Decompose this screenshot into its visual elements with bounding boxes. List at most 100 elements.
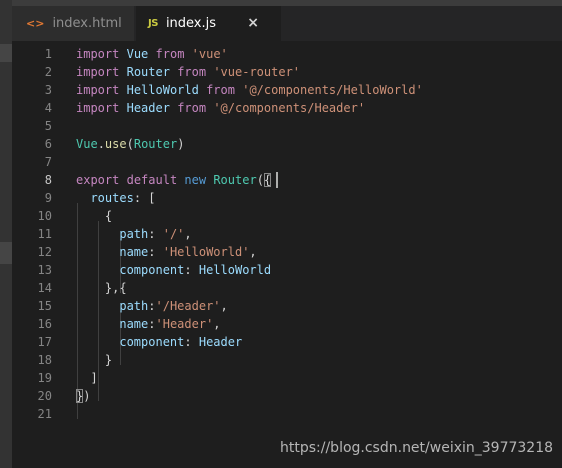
code-line[interactable]: 12 name: 'HelloWorld', (12, 243, 562, 261)
code-line[interactable]: 2 import Router from 'vue-router' (12, 63, 562, 81)
code-line[interactable]: 10 { (12, 207, 562, 225)
code-token: 'vue-router' (213, 65, 301, 79)
code-token: '/Header' (155, 299, 221, 313)
line-number: 14 (37, 281, 52, 295)
watermark: https://blog.csdn.net/weixin_39773218 (280, 440, 554, 456)
code-token: : (184, 263, 199, 277)
code-token: Vue (126, 47, 149, 61)
code-token: export (76, 173, 120, 187)
code-line[interactable]: 1 import Vue from 'vue' (12, 45, 562, 63)
code-line[interactable]: 16 name:'Header', (12, 315, 562, 333)
code-text: import Router from 'vue-router' (76, 63, 300, 81)
code-token: from (177, 101, 207, 115)
code-text: ] (76, 369, 97, 387)
code-token: : (184, 335, 199, 349)
code-line[interactable]: 21 (12, 405, 562, 423)
code-line[interactable]: 14 },{ (12, 279, 562, 297)
code-token: 'HelloWorld' (162, 245, 250, 259)
code-token: from (177, 65, 207, 79)
code-line[interactable]: 15 path:'/Header', (12, 297, 562, 315)
tab-index-js[interactable]: JS index.js × (136, 6, 281, 41)
code-token: 'vue' (191, 47, 228, 61)
code-token: HelloWorld (198, 263, 272, 277)
code-line[interactable]: 13 component: HelloWorld (12, 261, 562, 279)
code-token: from (155, 47, 185, 61)
code-token: } (76, 353, 113, 367)
code-token: component (119, 263, 185, 277)
code-token: import (76, 65, 120, 79)
code-line[interactable]: 6 Vue.use(Router) (12, 135, 562, 153)
code-token: , (184, 227, 192, 241)
activity-indicator (0, 242, 12, 264)
code-text: path: '/', (76, 225, 192, 243)
code-token: , (249, 245, 257, 259)
code-token: '/' (162, 227, 185, 241)
tab-label: index.html (52, 16, 122, 31)
code-token: name (119, 245, 149, 259)
code-line[interactable]: 11 path: '/', (12, 225, 562, 243)
code-token: , (220, 299, 228, 313)
code-token: Header (198, 335, 243, 349)
code-token: Router (126, 65, 170, 79)
code-token: component (119, 335, 185, 349)
tab-bar: <> index.html JS index.js × (12, 6, 562, 41)
line-number: 6 (44, 137, 52, 151)
line-number: 19 (37, 371, 52, 385)
code-line[interactable]: 19 ] (12, 369, 562, 387)
line-number: 17 (37, 335, 52, 349)
tab-label: index.js (165, 16, 217, 31)
code-token: : [ (133, 191, 156, 205)
code-token: path (119, 299, 149, 313)
code-token: Router (213, 173, 257, 187)
code-line[interactable]: 20}) (12, 387, 562, 405)
code-line[interactable]: 17 component: Header (12, 333, 562, 351)
code-token: , (213, 317, 221, 331)
line-number: 7 (44, 155, 52, 169)
line-number: 4 (44, 101, 52, 115)
line-number: 11 (37, 227, 52, 241)
code-line[interactable]: 8 export default new Router({ (12, 171, 562, 189)
code-token: use (104, 137, 127, 151)
code-token: { (263, 173, 272, 187)
code-editor[interactable]: 1 import Vue from 'vue' 2 import Router fro… (12, 41, 562, 468)
code-line[interactable]: 9 routes: [ (12, 189, 562, 207)
close-icon[interactable]: × (247, 15, 259, 31)
code-line[interactable]: 7 (12, 153, 562, 171)
code-text: import Header from '@/components/Header' (76, 99, 365, 117)
code-text: export default new Router({ (76, 171, 272, 189)
line-number: 20 (37, 389, 52, 403)
line-number: 13 (37, 263, 52, 277)
code-token: import (76, 47, 120, 61)
code-token: { (76, 209, 113, 223)
line-number: 15 (37, 299, 52, 313)
code-token: },{ (76, 281, 127, 295)
code-line[interactable]: 5 (12, 117, 562, 135)
code-token: '@/components/Header' (213, 101, 366, 115)
code-token: new (184, 173, 207, 187)
code-token: Router (133, 137, 178, 151)
code-token: . (97, 137, 105, 151)
code-text: Vue.use(Router) (76, 135, 184, 153)
tab-index-html[interactable]: <> index.html (12, 6, 135, 41)
code-token: : (148, 245, 163, 259)
line-number: 9 (44, 191, 52, 205)
code-line[interactable]: 4 import Header from '@/components/Header… (12, 99, 562, 117)
js-file-icon: JS (148, 18, 158, 29)
code-text: { (76, 207, 112, 225)
code-text: import HelloWorld from '@/components/Hel… (76, 81, 423, 99)
code-token: import (76, 101, 120, 115)
code-line[interactable]: 3 import HelloWorld from '@/components/He… (12, 81, 562, 99)
line-number: 3 (44, 83, 52, 97)
code-token: HelloWorld (126, 83, 199, 97)
activity-bar-edge (0, 0, 12, 468)
code-line[interactable]: 18 } (12, 351, 562, 369)
